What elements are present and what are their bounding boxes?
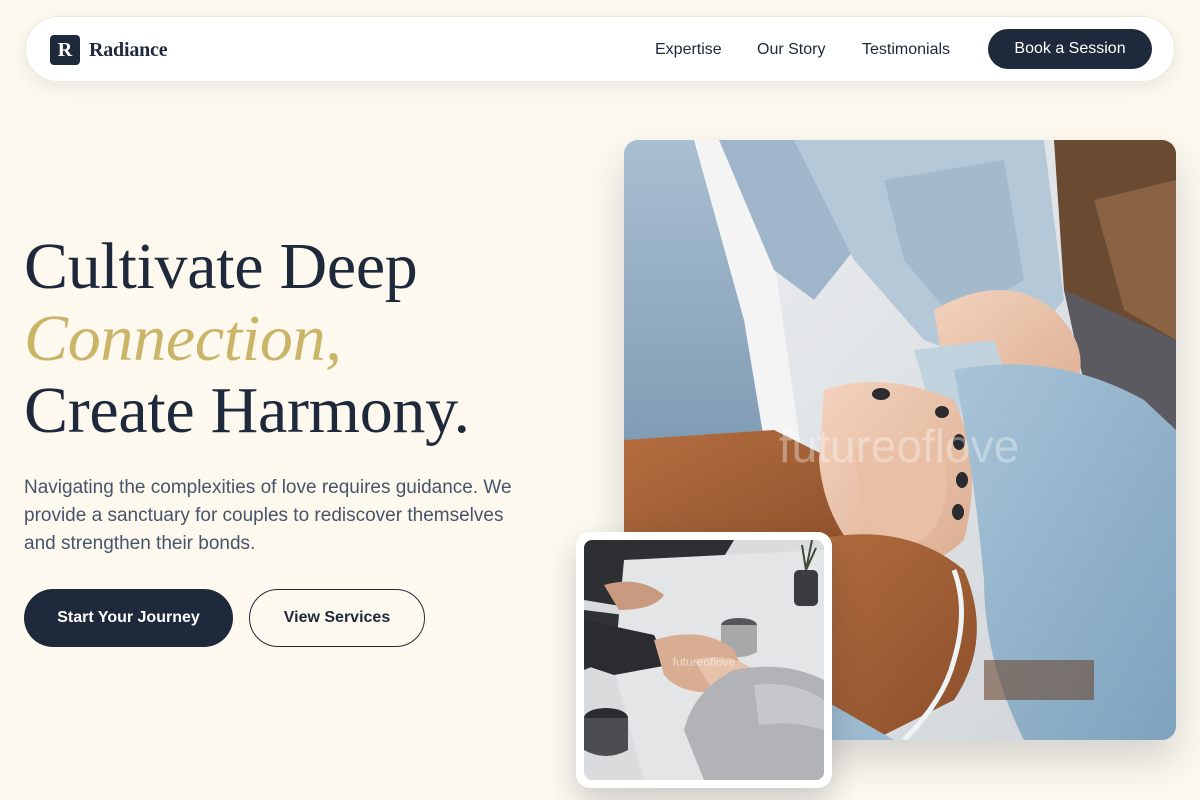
headline-accent: Connection, (24, 302, 342, 375)
brand-name: Radiance (89, 38, 168, 61)
nav-link-testimonials[interactable]: Testimonials (862, 41, 950, 59)
small-photo-watermark: futureoflove (673, 655, 736, 669)
hero-description: Navigating the complexities of love requ… (24, 477, 512, 554)
brand-mark-icon: R (50, 35, 80, 65)
headline-line-1: Cultivate Deep (24, 230, 418, 303)
hero-secondary-photo: futureoflove (584, 540, 824, 780)
nav-link-our-story[interactable]: Our Story (757, 41, 825, 59)
top-nav-bar: R Radiance Expertise Our Story Testimoni… (25, 16, 1175, 82)
view-services-button[interactable]: View Services (249, 589, 425, 647)
main-photo-watermark: futureoflove (779, 420, 1019, 472)
start-journey-button[interactable]: Start Your Journey (24, 589, 233, 647)
book-session-button[interactable]: Book a Session (988, 29, 1152, 69)
hero-headline: Cultivate Deep Connection, Create Harmon… (24, 231, 584, 447)
brand-logo[interactable]: R Radiance (50, 35, 168, 65)
headline-line-3: Create Harmony. (24, 374, 470, 447)
nav-link-expertise[interactable]: Expertise (655, 41, 722, 59)
hero-secondary-photo-frame: futureoflove (576, 532, 832, 788)
